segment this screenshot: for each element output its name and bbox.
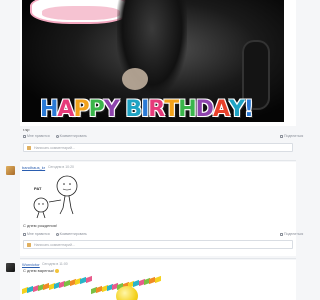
- post-time[interactable]: Сегодня в 10:20: [48, 165, 74, 169]
- share-button[interactable]: Поделиться: [280, 134, 303, 138]
- banner-letter: Y: [103, 97, 120, 122]
- drawing-label: РАТ: [34, 186, 42, 191]
- banner-letter: H: [40, 97, 58, 122]
- smile-icon: [55, 268, 60, 273]
- comment-label: Комментировать: [59, 134, 87, 138]
- banner-letter: A: [212, 97, 230, 122]
- comment-icon: [55, 134, 59, 138]
- comment-button[interactable]: Комментировать: [55, 134, 87, 138]
- divider: [20, 160, 296, 161]
- banner-letter: B: [125, 97, 142, 122]
- heart-icon: [23, 232, 26, 236]
- post-caption: С днем варенья!: [23, 268, 60, 273]
- like-button[interactable]: Мне нравится: [23, 134, 50, 138]
- party-image[interactable]: [22, 274, 162, 300]
- banner-letter: D: [195, 97, 214, 122]
- banner-letter: !: [243, 97, 254, 122]
- user-avatar: [27, 146, 31, 150]
- like-button[interactable]: Мне нравится: [23, 232, 50, 236]
- author-name[interactable]: bandhaus_kr: [22, 165, 45, 170]
- post-actions: Мне нравится Комментировать: [23, 232, 87, 236]
- comment-label: Комментировать: [59, 232, 87, 236]
- post-caption: С днем рождения!: [23, 223, 57, 228]
- comment-placeholder: Написать комментарий…: [34, 146, 76, 150]
- banner-letter: [119, 96, 126, 122]
- like-label: Мне нравится: [27, 232, 50, 236]
- divider: [20, 258, 296, 259]
- share-icon: [280, 232, 283, 236]
- comment-input[interactable]: Написать комментарий…: [23, 240, 293, 249]
- confetti-piece: [85, 276, 92, 284]
- share-label: Поделиться: [284, 232, 304, 236]
- share-button[interactable]: Поделиться: [280, 232, 303, 236]
- comment-icon: [55, 232, 59, 236]
- share-icon: [280, 134, 283, 138]
- post-caption: r.sp: [23, 127, 30, 132]
- meme-drawing[interactable]: РАТ: [27, 172, 85, 220]
- cake-image: [30, 0, 130, 24]
- comment-placeholder: Написать комментарий…: [34, 243, 76, 247]
- balloon-image: [116, 286, 138, 300]
- comment-input[interactable]: Написать комментарий…: [23, 143, 293, 152]
- post-time[interactable]: Сегодня в 11:00: [42, 262, 68, 266]
- like-label: Мне нравится: [27, 134, 50, 138]
- confetti-piece: [154, 276, 161, 284]
- banner-letter: P: [73, 97, 89, 122]
- author-avatar[interactable]: [6, 263, 15, 272]
- author-avatar[interactable]: [6, 166, 15, 175]
- user-avatar: [27, 243, 31, 247]
- share-label: Поделиться: [284, 134, 304, 138]
- banner-letter: R: [148, 97, 165, 122]
- caption-text: С днем варенья!: [23, 268, 54, 273]
- happy-birthday-banner: HAPPY BIRTHDAY!: [40, 96, 280, 122]
- drawing-svg: [33, 175, 78, 219]
- author-name[interactable]: Wonvictor: [22, 262, 40, 267]
- post-photo[interactable]: HAPPY BIRTHDAY!: [22, 0, 284, 122]
- banner-letter: Y: [228, 97, 245, 122]
- post-actions: Мне нравится Комментировать: [23, 134, 87, 138]
- banner-letter: I: [141, 97, 149, 122]
- hand-image: [122, 68, 148, 90]
- banner-letter: A: [57, 97, 74, 122]
- banner-letter: P: [88, 97, 105, 122]
- comment-button[interactable]: Комментировать: [55, 232, 87, 236]
- banner-letter: H: [178, 97, 196, 122]
- banner-letter: T: [164, 97, 179, 122]
- heart-icon: [23, 134, 26, 138]
